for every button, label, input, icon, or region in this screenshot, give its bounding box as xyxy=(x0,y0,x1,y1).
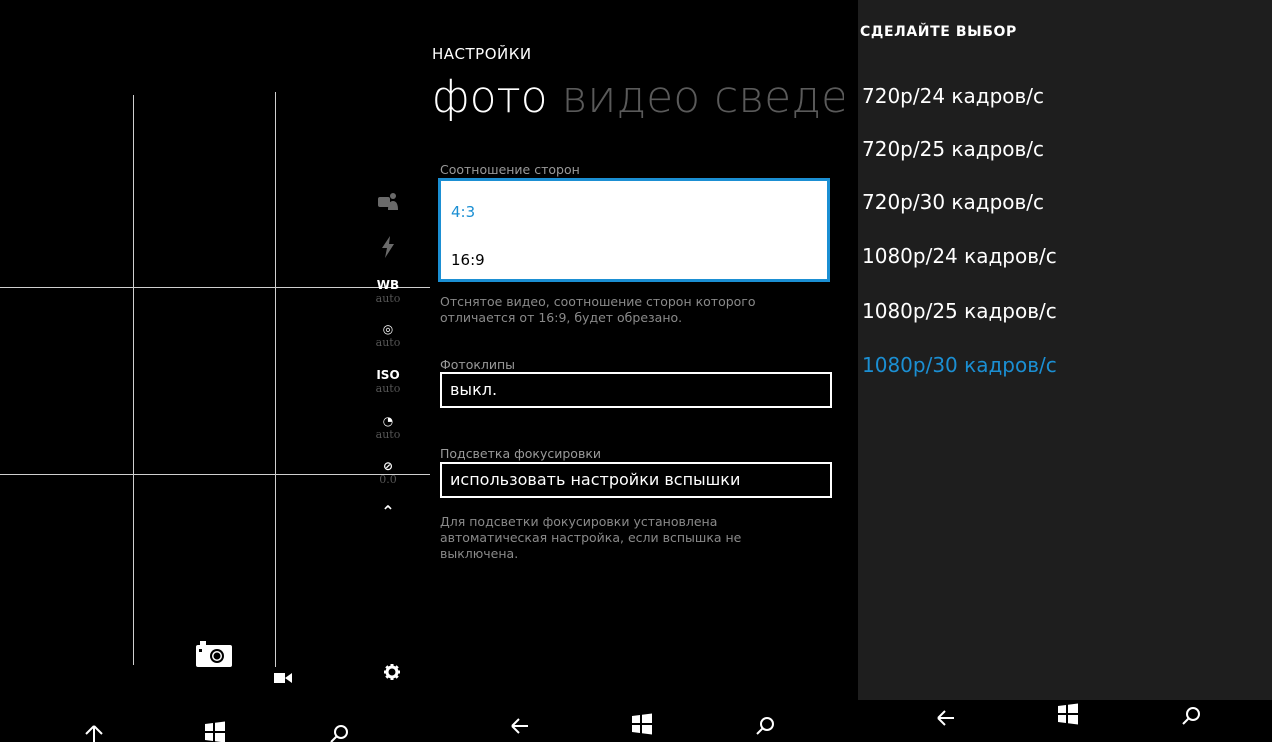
shutter-speed-icon: ◔ xyxy=(382,414,394,428)
nav-bar-right xyxy=(858,700,1272,742)
aspect-ratio-note: Отснятое видео, соотношение сторон котор… xyxy=(440,294,756,325)
focus-assist-label: Подсветка фокусировки xyxy=(440,446,601,461)
white-balance-setting[interactable]: WB auto xyxy=(368,278,408,306)
photo-clips-label: Фотоклипы xyxy=(440,357,516,372)
shutter-speed-value: auto xyxy=(375,428,401,441)
back-arrow-icon[interactable] xyxy=(82,722,106,742)
picker-title: СДЕЛАЙТЕ ВЫБОР xyxy=(860,24,1017,40)
picker-item[interactable]: 1080p/24 кадров/с xyxy=(862,244,1057,268)
panel-divider xyxy=(844,0,858,742)
expand-chevron-icon[interactable]: ⌃ xyxy=(368,502,408,521)
grid-line xyxy=(0,474,430,475)
picker-item[interactable]: 1080p/25 кадров/с xyxy=(862,299,1057,323)
photo-clips-combo[interactable]: выкл. xyxy=(440,372,832,408)
back-arrow-icon[interactable] xyxy=(508,714,532,738)
camera-viewfinder[interactable]: WB auto ◎ auto ISO auto ◔ auto ⊘ 0.0 ⌃ xyxy=(0,0,430,704)
aspect-option-4-3[interactable]: 4:3 xyxy=(451,203,475,221)
grid-line xyxy=(133,95,134,665)
search-icon[interactable] xyxy=(1180,704,1204,728)
focus-icon: ◎ xyxy=(382,322,394,336)
search-icon[interactable] xyxy=(754,714,778,738)
search-icon[interactable] xyxy=(328,722,352,742)
focus-setting[interactable]: ◎ auto xyxy=(368,322,408,350)
camera-icon[interactable] xyxy=(196,641,232,671)
picker-item[interactable]: 720p/25 кадров/с xyxy=(862,137,1044,161)
focus-assist-note: Для подсветки фокусировки установлена ав… xyxy=(440,514,742,561)
tab-video[interactable]: видео xyxy=(562,72,701,123)
settings-panel: НАСТРОЙКИ фото видео сведения Соотношение … xyxy=(432,0,844,704)
video-camera-icon[interactable] xyxy=(274,669,292,688)
white-balance-icon: WB xyxy=(376,278,400,292)
exposure-setting[interactable]: ⊘ 0.0 xyxy=(368,459,408,487)
tab-photo[interactable]: фото xyxy=(432,72,548,123)
grid-line xyxy=(275,92,276,667)
exposure-icon: ⊘ xyxy=(382,459,394,473)
exposure-value: 0.0 xyxy=(379,473,397,486)
picker-item-selected[interactable]: 1080p/30 кадров/с xyxy=(862,353,1057,377)
nav-bar-middle xyxy=(430,704,844,742)
iso-setting[interactable]: ISO auto xyxy=(368,368,408,396)
pivot-tabs: фото видео сведения xyxy=(432,72,844,123)
focus-value: auto xyxy=(375,336,401,349)
tab-about[interactable]: сведения xyxy=(714,72,844,123)
grid-line xyxy=(0,287,430,288)
picker-item[interactable]: 720p/30 кадров/с xyxy=(862,190,1044,214)
windows-logo-icon[interactable] xyxy=(630,712,654,736)
lenses-icon[interactable] xyxy=(368,190,408,217)
nav-bar-left xyxy=(0,704,430,742)
windows-logo-icon[interactable] xyxy=(1056,702,1080,726)
page-title: НАСТРОЙКИ xyxy=(432,45,532,63)
gear-icon[interactable] xyxy=(384,664,400,684)
picker-item[interactable]: 720p/24 кадров/с xyxy=(862,84,1044,108)
iso-value: auto xyxy=(375,382,401,395)
resolution-picker: СДЕЛАЙТЕ ВЫБОР 720p/24 кадров/с 720p/25 … xyxy=(844,0,1272,742)
focus-assist-combo[interactable]: использовать настройки вспышки xyxy=(440,462,832,498)
aspect-ratio-label: Соотношение сторон xyxy=(440,162,580,177)
flash-icon[interactable] xyxy=(368,236,408,263)
aspect-ratio-listbox[interactable]: 4:3 16:9 xyxy=(438,178,830,282)
iso-icon: ISO xyxy=(376,368,400,382)
aspect-option-16-9[interactable]: 16:9 xyxy=(451,251,485,269)
back-arrow-icon[interactable] xyxy=(934,706,958,730)
white-balance-value: auto xyxy=(375,292,401,305)
shutter-speed-setting[interactable]: ◔ auto xyxy=(368,414,408,442)
windows-logo-icon[interactable] xyxy=(203,720,227,742)
